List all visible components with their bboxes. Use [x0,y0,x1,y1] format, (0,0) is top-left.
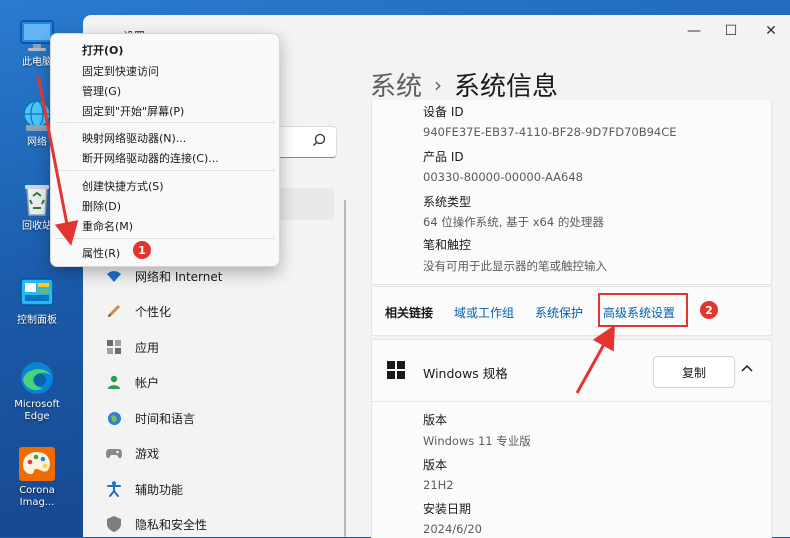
nav-item-personalization[interactable]: 个性化 [105,297,171,325]
install-date-value: 2024/6/20 [423,522,482,536]
product-id-value: 00330-80000-00000-AA648 [423,170,583,184]
windows-logo-icon [387,361,405,383]
menu-item-map-drive[interactable]: 映射网络驱动器(N)... [82,130,186,146]
desktop-icon-corona[interactable]: Corona Imag... [5,446,69,509]
globe-icon [105,409,123,427]
install-date-label: 安装日期 [423,502,472,516]
nav-item-label: 应用 [135,340,160,355]
version-label: 版本 [423,458,448,472]
device-id-label-partial: 设备 ID [423,105,464,119]
menu-item-rename[interactable]: 重命名(M) [82,218,133,234]
pen-touch-value: 没有可用于此显示器的笔或触控输入 [423,259,607,273]
breadcrumb-parent[interactable]: 系统 [370,72,422,102]
nav-scrollbar[interactable] [344,200,346,537]
page-title: 系统信息 [454,72,559,102]
desktop-icon-edge[interactable]: Microsoft Edge [5,360,69,423]
edition-value: Windows 11 专业版 [423,434,531,448]
control-panel-icon [18,276,56,312]
windows-spec-card: Windows 规格 复制 版本 Windows 11 专业版 版本 21H2 … [371,339,772,538]
nav-item-label: 个性化 [135,304,172,319]
divider [372,401,771,402]
nav-item-accounts[interactable]: 帐户 [105,368,159,396]
nav-item-label: 时间和语言 [135,411,196,426]
minimize-button[interactable]: — [680,21,708,41]
annotation-badge-1: 1 [133,241,151,259]
close-button[interactable]: ✕ [757,21,785,41]
menu-item-pin-start[interactable]: 固定到"开始"屏幕(P) [82,103,184,119]
version-value: 21H2 [423,478,454,492]
annotation-highlight-box [598,293,688,327]
nav-item-label: 帐户 [135,375,160,390]
nav-item-privacy[interactable]: 隐私和安全性 [105,510,207,538]
nav-item-accessibility[interactable]: 辅助功能 [105,475,183,503]
wifi-icon [105,267,123,285]
pen-icon [105,302,123,320]
windows-spec-title: Windows 规格 [423,366,508,381]
link-system-protection[interactable]: 系统保护 [535,304,583,321]
device-info-card: 设备 ID 940FE37E-EB37-4110-BF28-9D7FD70B94… [371,100,772,285]
nav-item-label: 隐私和安全性 [135,517,208,532]
pen-touch-label: 笔和触控 [423,238,472,252]
context-menu: 打开(O) 固定到快速访问 管理(G) 固定到"开始"屏幕(P) 映射网络驱动器… [50,33,280,267]
maximize-button[interactable]: ☐ [717,21,745,41]
menu-item-disconnect-drive[interactable]: 断开网络驱动器的连接(C)... [82,150,219,166]
menu-separator [55,122,275,123]
desktop-icon-label: Microsoft Edge [14,399,60,422]
desktop-icon-control-panel[interactable]: 控制面板 [5,276,69,327]
related-links-title: 相关链接 [385,306,434,320]
menu-item-delete[interactable]: 删除(D) [82,198,121,214]
nav-item-label: 网络和 Internet [135,269,223,284]
menu-separator [55,238,275,239]
system-type-label: 系统类型 [423,195,472,209]
link-domain-workgroup[interactable]: 域或工作组 [454,304,514,321]
search-icon [313,133,326,146]
menu-item-properties[interactable]: 属性(R) [82,245,120,261]
copy-button[interactable]: 复制 [653,356,735,388]
nav-item-label: 辅助功能 [135,482,184,497]
account-icon [105,373,123,391]
menu-item-pin-quick-access[interactable]: 固定到快速访问 [82,63,159,79]
nav-item-time-language[interactable]: 时间和语言 [105,404,195,432]
device-id-value: 940FE37E-EB37-4110-BF28-9D7FD70B94CE [423,125,677,139]
apps-icon [105,338,123,356]
product-id-label: 产品 ID [423,150,464,164]
chevron-up-icon[interactable] [740,361,754,380]
menu-separator [55,170,275,171]
desktop-icon-label: Corona Imag... [19,485,55,508]
menu-item-open[interactable]: 打开(O) [82,42,123,58]
desktop-icon-label: 控制面板 [17,315,57,326]
breadcrumb: 系统 › 系统信息 [370,66,558,103]
nav-item-label: 游戏 [135,446,160,461]
annotation-badge-2: 2 [700,301,718,319]
edge-icon [18,360,56,396]
palette-icon [18,446,56,482]
accessibility-icon [105,480,123,498]
menu-item-create-shortcut[interactable]: 创建快捷方式(S) [82,178,164,194]
shield-icon [105,515,123,533]
nav-item-apps[interactable]: 应用 [105,333,159,361]
nav-item-gaming[interactable]: 游戏 [105,439,159,467]
gamepad-icon [105,444,123,462]
breadcrumb-separator: › [434,73,443,97]
menu-item-manage[interactable]: 管理(G) [82,83,121,99]
edition-label: 版本 [423,413,448,427]
system-type-value: 64 位操作系统, 基于 x64 的处理器 [423,215,604,229]
